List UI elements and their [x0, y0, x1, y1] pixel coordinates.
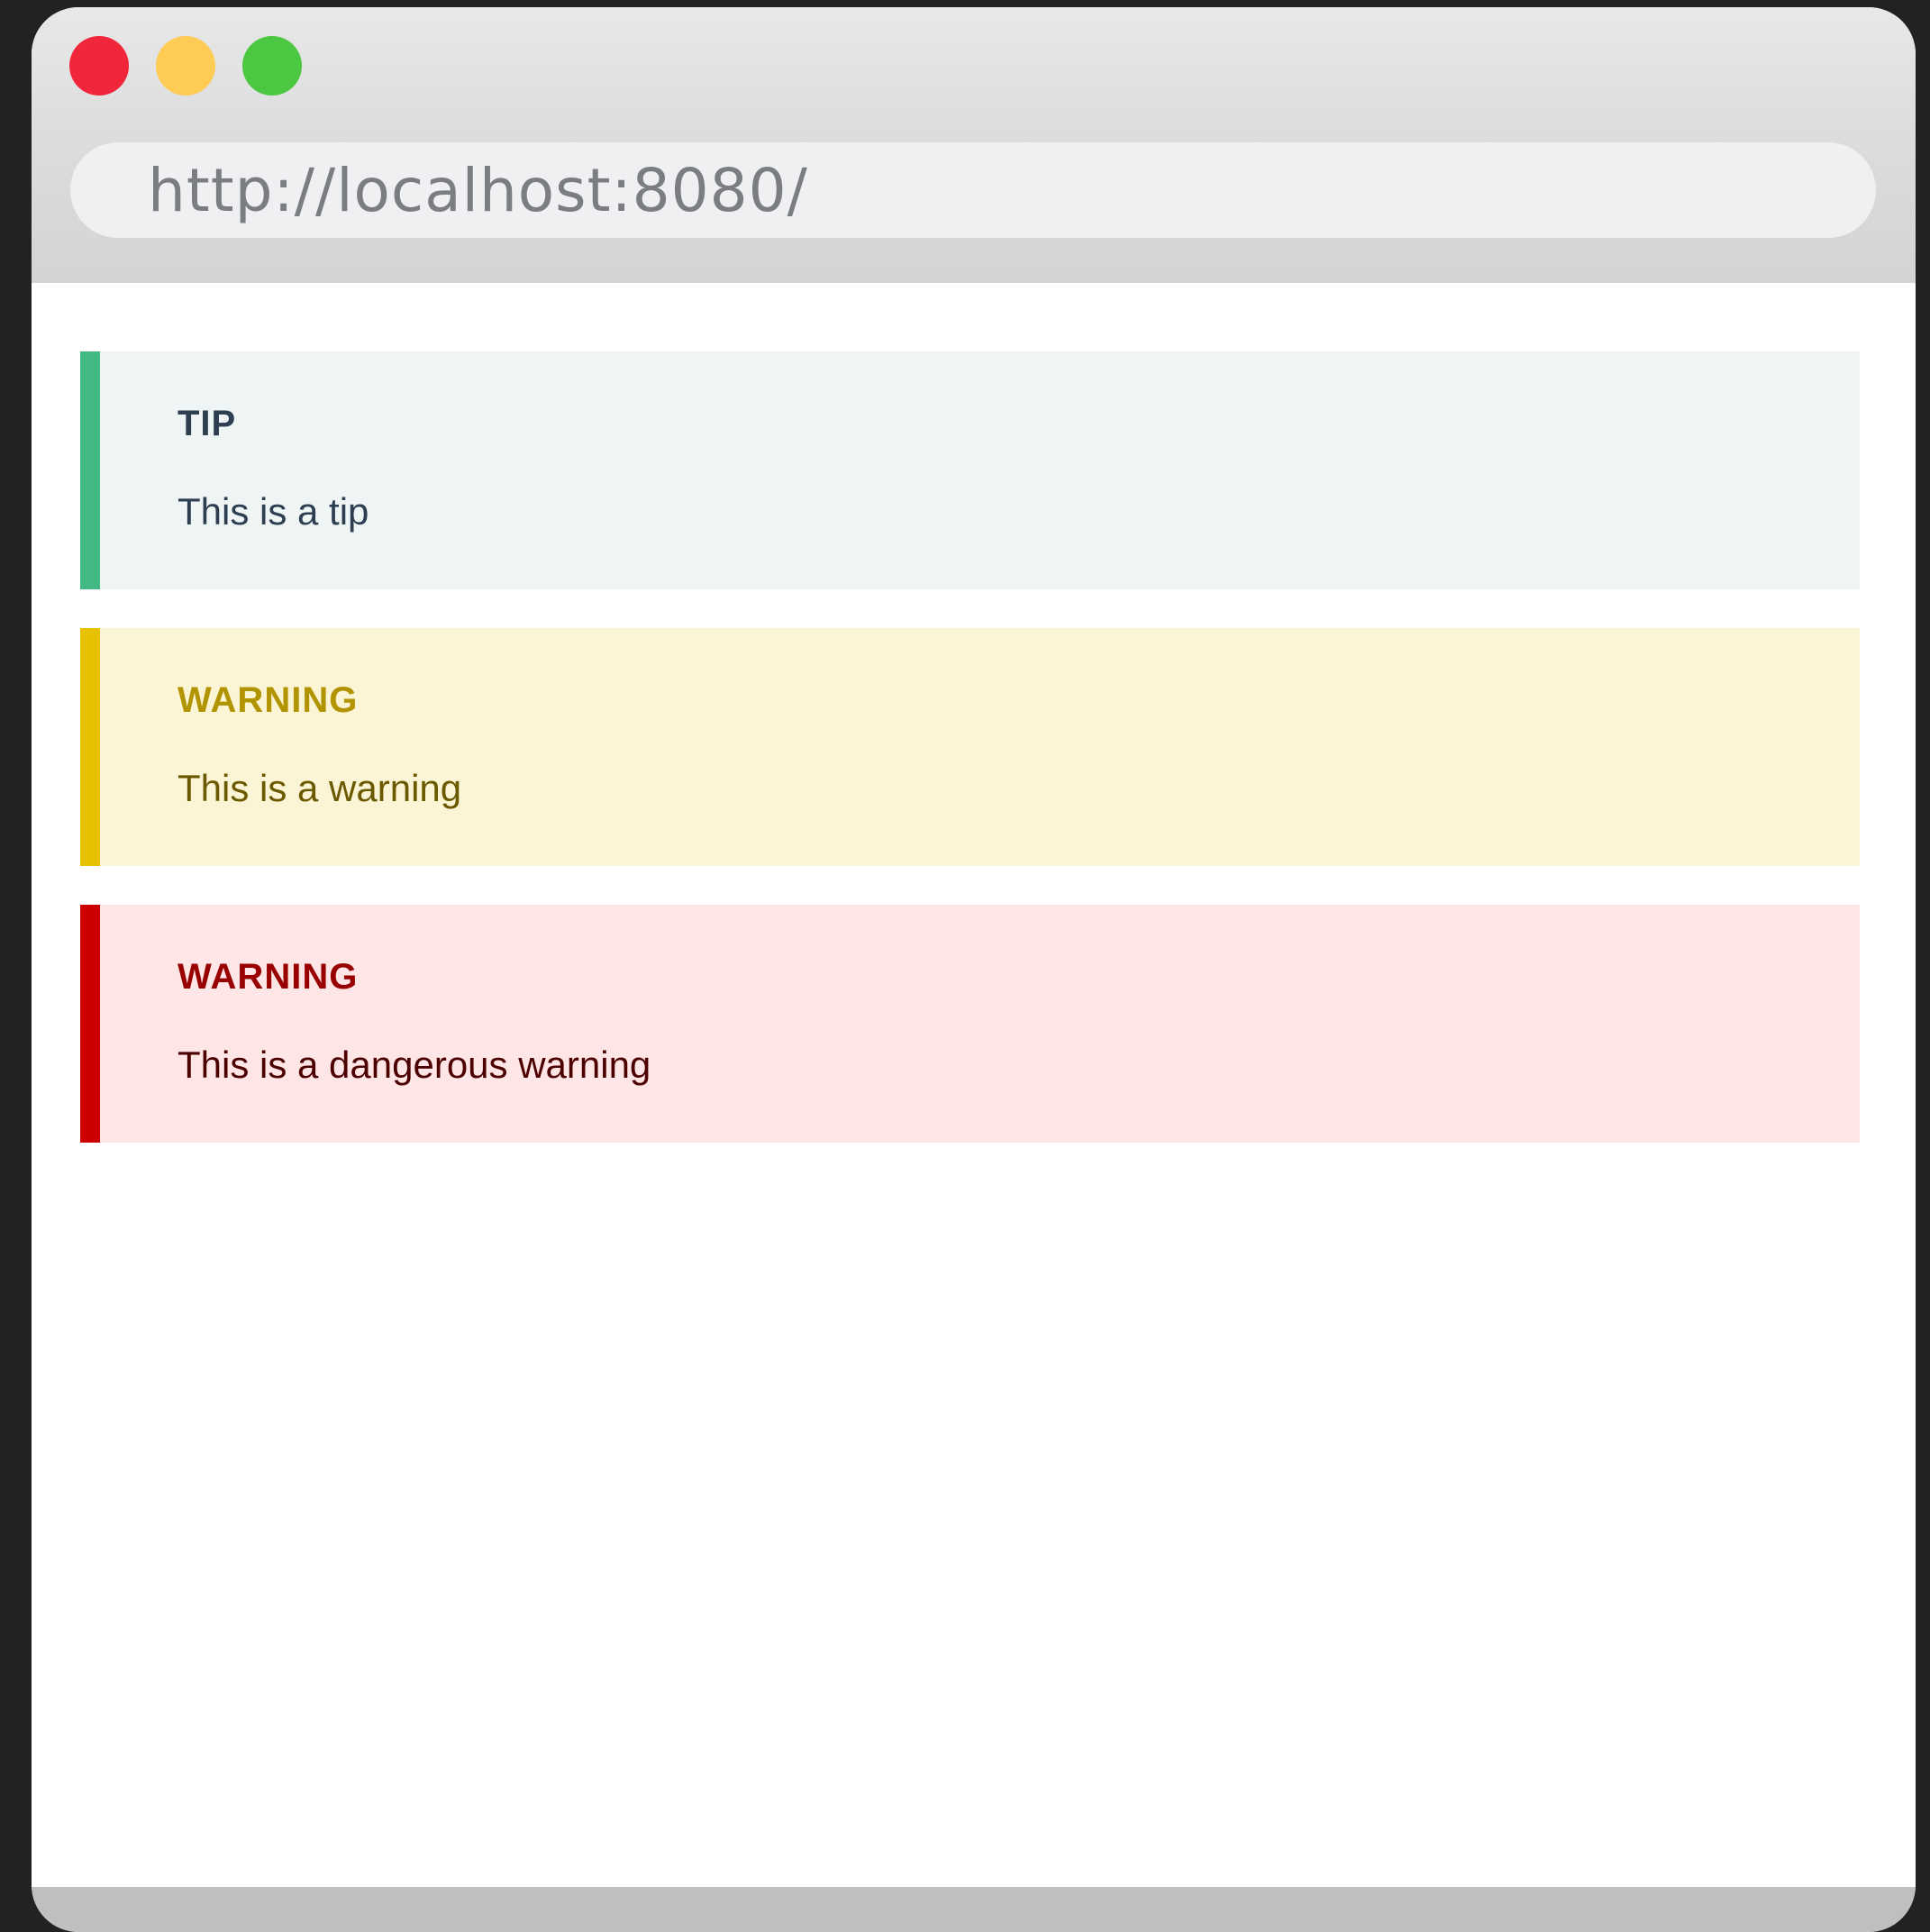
close-window-button[interactable] [69, 36, 129, 96]
browser-window: http://localhost:8080/ TIP This is a tip… [32, 7, 1916, 1932]
danger-callout-title: WARNING [178, 957, 359, 997]
warning-callout-title: WARNING [178, 680, 359, 720]
tip-callout: TIP This is a tip [80, 351, 1860, 589]
zoom-window-button[interactable] [242, 36, 302, 96]
browser-titlebar: http://localhost:8080/ [32, 7, 1916, 283]
tip-callout-text: This is a tip [178, 490, 369, 533]
danger-callout: WARNING This is a dangerous warning [80, 905, 1860, 1143]
warning-callout-text: This is a warning [178, 767, 462, 809]
page-content: TIP This is a tip WARNING This is a warn… [32, 283, 1916, 1887]
tip-callout-title: TIP [178, 404, 237, 443]
browser-statusbar [32, 1887, 1916, 1932]
danger-callout-text: This is a dangerous warning [178, 1043, 651, 1086]
address-bar-url: http://localhost:8080/ [148, 155, 808, 225]
warning-callout: WARNING This is a warning [80, 628, 1860, 866]
minimize-window-button[interactable] [156, 36, 215, 96]
address-bar[interactable]: http://localhost:8080/ [70, 142, 1876, 238]
